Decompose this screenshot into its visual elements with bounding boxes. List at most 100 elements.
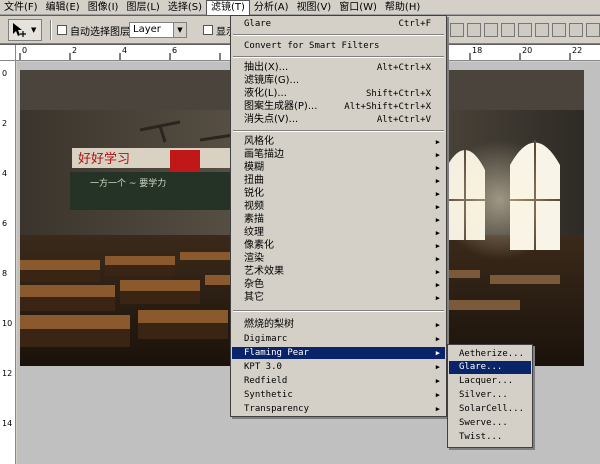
align-bottom-icon[interactable]: [484, 23, 498, 37]
ruler-tick-label: 4: [122, 46, 128, 55]
auto-select-target-select[interactable]: Layer ▼: [129, 22, 187, 38]
ruler-tick-label: 22: [572, 46, 583, 55]
ruler-tick-label: 10: [2, 319, 13, 328]
submenu-arrow-icon: ▶: [435, 335, 440, 343]
menu-item-pixelate[interactable]: 像素化 ▶: [232, 240, 445, 252]
menu-item-plugin-burning-pear[interactable]: 燃烧的梨树 ▶: [232, 319, 445, 331]
menu-separator: [233, 130, 444, 132]
menu-item-pattern-maker[interactable]: 图案生成器(P)... Alt+Shift+Ctrl+X: [232, 101, 445, 113]
menu-select[interactable]: 选择(S): [164, 0, 206, 15]
menu-item-label: 滤镜库(G)...: [244, 75, 300, 86]
menu-item-label: Redfield: [244, 376, 288, 386]
ruler-origin[interactable]: [0, 45, 16, 61]
menu-item-sketch[interactable]: 素描 ▶: [232, 214, 445, 226]
menu-analysis[interactable]: 分析(A): [250, 0, 293, 15]
submenu-arrow-icon: ▶: [435, 363, 440, 371]
submenu-item-silver[interactable]: Silver...: [449, 389, 531, 402]
submenu-item-twist[interactable]: Twist...: [449, 431, 531, 444]
menu-item-label: Flaming Pear: [244, 348, 310, 358]
chevron-down-icon: ▼: [173, 23, 186, 37]
menu-item-plugin-redfield[interactable]: Redfield ▶: [232, 375, 445, 387]
menu-view[interactable]: 视图(V): [293, 0, 336, 15]
menu-item-brush-strokes[interactable]: 画笔描边 ▶: [232, 149, 445, 161]
ruler-tick-label: 20: [522, 46, 533, 55]
menu-item-sharpen[interactable]: 锐化 ▶: [232, 188, 445, 200]
menu-item-blur[interactable]: 模糊 ▶: [232, 162, 445, 174]
submenu-arrow-icon: ▶: [435, 229, 440, 237]
distribute-icon-2[interactable]: [569, 23, 583, 37]
align-top-icon[interactable]: [450, 23, 464, 37]
menu-item-label: KPT 3.0: [244, 362, 282, 372]
menu-item-label: 视频: [244, 201, 264, 212]
menu-item-label: 纹理: [244, 227, 264, 238]
blackboard-text: 一方一个 ~ 要学力: [90, 177, 166, 189]
submenu-item-glare[interactable]: Glare...: [449, 361, 531, 374]
menu-filter[interactable]: 滤镜(T): [205, 0, 250, 15]
menu-help[interactable]: 帮助(H): [381, 0, 424, 15]
menu-item-artistic[interactable]: 艺术效果 ▶: [232, 266, 445, 278]
submenu-item-swerve[interactable]: Swerve...: [449, 417, 531, 430]
menu-item-label: 杂色: [244, 279, 264, 290]
menu-item-label: 液化(L)...: [244, 88, 287, 99]
distribute-icon[interactable]: [552, 23, 566, 37]
distribute-icon-3[interactable]: [586, 23, 600, 37]
align-left-icon[interactable]: [501, 23, 515, 37]
menu-item-plugin-transparency[interactable]: Transparency ▶: [232, 403, 445, 415]
menu-item-distort[interactable]: 扭曲 ▶: [232, 175, 445, 187]
align-vcenter-icon[interactable]: [467, 23, 481, 37]
align-right-icon[interactable]: [535, 23, 549, 37]
menu-item-label: 像素化: [244, 240, 274, 251]
menu-item-plugin-digimarc[interactable]: Digimarc ▶: [232, 333, 445, 345]
menu-item-last-filter[interactable]: Glare Ctrl+F: [232, 18, 445, 30]
menu-item-label: 其它: [244, 292, 264, 303]
ruler-tick-label: 8: [2, 269, 8, 278]
submenu-arrow-icon: ▶: [435, 405, 440, 413]
menu-item-vanishing-point[interactable]: 消失点(V)... Alt+Ctrl+V: [232, 114, 445, 126]
filter-menu: Glare Ctrl+F Convert for Smart Filters 抽…: [230, 15, 447, 417]
menu-item-label: Synthetic: [244, 390, 293, 400]
ruler-tick-label: 4: [2, 169, 8, 178]
menu-item-plugin-flaming-pear[interactable]: Flaming Pear ▶: [232, 347, 445, 359]
submenu-arrow-icon: ▶: [435, 177, 440, 185]
menu-item-extract[interactable]: 抽出(X)... Alt+Ctrl+X: [232, 62, 445, 74]
options-grip[interactable]: [50, 20, 52, 40]
submenu-item-aetherize[interactable]: Aetherize...: [449, 348, 531, 361]
menu-item-shortcut: Ctrl+F: [398, 19, 431, 29]
submenu-arrow-icon: ▶: [435, 391, 440, 399]
menu-window[interactable]: 窗口(W): [335, 0, 381, 15]
menu-edit[interactable]: 编辑(E): [42, 0, 84, 15]
menu-item-noise[interactable]: 杂色 ▶: [232, 279, 445, 291]
submenu-arrow-icon: ▶: [435, 377, 440, 385]
menu-item-shortcut: Alt+Ctrl+X: [376, 63, 431, 73]
ruler-vertical[interactable]: 0 2 4 6 8 10 12 14: [0, 61, 16, 464]
menu-item-label: 扭曲: [244, 175, 264, 186]
menu-item-render[interactable]: 渲染 ▶: [232, 253, 445, 265]
ruler-tick-label: 2: [2, 119, 8, 128]
menu-item-liquify[interactable]: 液化(L)... Shift+Ctrl+X: [232, 88, 445, 100]
tool-preset-picker[interactable]: ▼: [8, 19, 42, 41]
menu-item-shortcut: Alt+Shift+Ctrl+X: [344, 102, 431, 112]
menu-item-label: 风格化: [244, 136, 274, 147]
menu-item-video[interactable]: 视频 ▶: [232, 201, 445, 213]
menu-item-stylize[interactable]: 风格化 ▶: [232, 136, 445, 148]
menu-item-label: 燃烧的梨树: [244, 319, 294, 330]
menu-item-convert-smart-filters[interactable]: Convert for Smart Filters: [232, 40, 445, 52]
menu-file[interactable]: 文件(F): [0, 0, 42, 15]
submenu-item-lacquer[interactable]: Lacquer...: [449, 375, 531, 388]
show-transform-checkbox[interactable]: [203, 25, 213, 35]
menu-item-other[interactable]: 其它 ▶: [232, 292, 445, 304]
menu-item-plugin-kpt[interactable]: KPT 3.0 ▶: [232, 361, 445, 373]
menu-image[interactable]: 图像(I): [84, 0, 123, 15]
menu-item-filter-gallery[interactable]: 滤镜库(G)...: [232, 75, 445, 87]
menu-item-plugin-synthetic[interactable]: Synthetic ▶: [232, 389, 445, 401]
menu-separator: [233, 56, 444, 58]
submenu-arrow-icon: ▶: [435, 349, 440, 357]
menu-layer[interactable]: 图层(L): [122, 0, 163, 15]
submenu-arrow-icon: ▶: [435, 321, 440, 329]
align-hcenter-icon[interactable]: [518, 23, 532, 37]
auto-select-checkbox[interactable]: [57, 25, 67, 35]
submenu-item-solarcell[interactable]: SolarCell...: [449, 403, 531, 416]
menu-item-texture[interactable]: 纹理 ▶: [232, 227, 445, 239]
menu-separator: [233, 310, 444, 312]
ruler-tick-label: 6: [172, 46, 178, 55]
